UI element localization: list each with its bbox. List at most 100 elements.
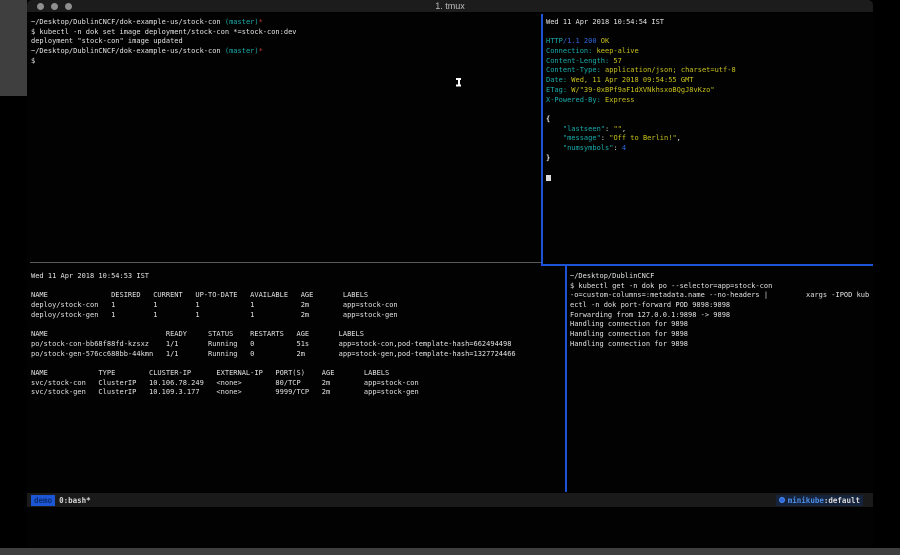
background-strip-bottom	[0, 548, 900, 555]
terminal-cursor	[546, 175, 551, 181]
terminal-text: Wed 11 Apr 2018 10:54:53 IST	[31, 272, 149, 280]
terminal-text: Handling connection for 9898	[570, 340, 688, 348]
terminal-text: :	[613, 144, 621, 152]
background-strip-left	[0, 0, 27, 96]
terminal-text: ~/Desktop/DublinCNCF/dok-example-us/stoc…	[31, 18, 225, 26]
zoom-button[interactable]	[65, 3, 72, 10]
terminal-text: svc/stock-con ClusterIP 10.106.78.249 <n…	[31, 379, 419, 387]
terminal-text: deployment "stock-con" image updated	[31, 37, 183, 45]
window-tab-bash[interactable]: 0:bash*	[59, 496, 91, 505]
terminal-line: Handling connection for 9898	[570, 340, 873, 350]
terminal-line	[31, 282, 561, 292]
traffic-lights	[37, 3, 72, 10]
terminal-text: ,	[622, 125, 626, 133]
terminal-text: "message"	[563, 134, 601, 142]
terminal-line: ~/Desktop/DublinCNCF/dok-example-us/stoc…	[31, 18, 536, 28]
terminal-text: "Off to Berlin!"	[609, 134, 676, 142]
terminal-text: {	[546, 115, 550, 123]
terminal-text: ectl -n dok port-forward POD 9898:9898	[570, 301, 730, 309]
pane-divider-vertical-bottom[interactable]	[565, 265, 567, 492]
terminal-text: Express	[601, 96, 635, 104]
window-titlebar[interactable]: 1. tmux	[27, 0, 873, 13]
pane-bottom-right-port-forward[interactable]: ~/Desktop/DublinCNCF$ kubectl get -n dok…	[570, 272, 873, 487]
terminal-text: ~/Desktop/DublinCNCF/dok-example-us/stoc…	[31, 47, 225, 55]
terminal-text: svc/stock-gen ClusterIP 10.109.3.177 <no…	[31, 388, 419, 396]
terminal-line: po/stock-gen-576cc688bb-44kmn 1/1 Runnin…	[31, 350, 561, 360]
terminal-line: "lastseen": "",	[546, 125, 873, 135]
terminal-text: Handling connection for 9898	[570, 320, 688, 328]
terminal-text: Wed 11 Apr 2018 10:54:54 IST	[546, 18, 664, 26]
terminal-text: Forwarding from 127.0.0.1:9898 -> 9898	[570, 311, 730, 319]
terminal-text: 57	[609, 57, 622, 65]
kube-context: minikube	[788, 496, 824, 505]
terminal-line: NAME READY STATUS RESTARTS AGE LABELS	[31, 330, 561, 340]
terminal-line: Content-Type: application/json; charset=…	[546, 66, 873, 76]
terminal-line: Content-Length: 57	[546, 57, 873, 67]
terminal-text: ""	[613, 125, 621, 133]
terminal-text: Date:	[546, 76, 567, 84]
terminal-text: *	[259, 47, 263, 55]
terminal-text: "numsymbols"	[563, 144, 614, 152]
terminal-text: *	[259, 18, 263, 26]
terminal-text	[546, 144, 563, 152]
terminal-text: NAME TYPE CLUSTER-IP EXTERNAL-IP PORT(S)…	[31, 369, 389, 377]
pane-top-right-http-response[interactable]: Wed 11 Apr 2018 10:54:54 IST HTTP/1.1 200…	[546, 18, 873, 258]
tmux-content: ~/Desktop/DublinCNCF/dok-example-us/stoc…	[27, 14, 873, 548]
desktop-background: 1. tmux ~/Desktop/DublinCNCF/dok-example…	[0, 0, 900, 555]
terminal-line: svc/stock-con ClusterIP 10.106.78.249 <n…	[31, 379, 561, 389]
tmux-status-bar: demo 0:bash* minikube :default	[27, 493, 873, 507]
terminal-line	[546, 173, 873, 183]
terminal-text: deploy/stock-gen 1 1 1 1 2m app=stock-ge…	[31, 311, 398, 319]
terminal-text: X-Powered-By:	[546, 96, 601, 104]
pane-bottom-left-kubectl-watch[interactable]: Wed 11 Apr 2018 10:54:53 IST NAME DESIRED…	[31, 272, 561, 487]
terminal-line: $ kubectl get -n dok po --selector=app=s…	[570, 282, 873, 292]
terminal-text: po/stock-gen-576cc688bb-44kmn 1/1 Runnin…	[31, 350, 516, 358]
terminal-text: Handling connection for 9898	[570, 330, 688, 338]
terminal-line: ectl -n dok port-forward POD 9898:9898	[570, 301, 873, 311]
terminal-line	[546, 28, 873, 38]
terminal-line: $ kubectl -n dok set image deployment/st…	[31, 28, 536, 38]
terminal-line: NAME TYPE CLUSTER-IP EXTERNAL-IP PORT(S)…	[31, 369, 561, 379]
terminal-text: NAME DESIRED CURRENT UP-TO-DATE AVAILABL…	[31, 291, 368, 299]
close-button[interactable]	[37, 3, 44, 10]
terminal-line: }	[546, 154, 873, 164]
terminal-line	[31, 359, 561, 369]
terminal-line: "numsymbols": 4	[546, 144, 873, 154]
terminal-line: Date: Wed, 11 Apr 2018 09:54:55 GMT	[546, 76, 873, 86]
terminal-line: Forwarding from 127.0.0.1:9898 -> 9898	[570, 311, 873, 321]
terminal-line: HTTP/1.1 200 OK	[546, 37, 873, 47]
terminal-line: deploy/stock-con 1 1 1 1 2m app=stock-co…	[31, 301, 561, 311]
terminal-line: deploy/stock-gen 1 1 1 1 2m app=stock-ge…	[31, 311, 561, 321]
terminal-line: Wed 11 Apr 2018 10:54:53 IST	[31, 272, 561, 282]
terminal-text: Connection:	[546, 47, 592, 55]
terminal-line: ~/Desktop/DublinCNCF/dok-example-us/stoc…	[31, 47, 536, 57]
terminal-text: OK	[597, 37, 610, 45]
pane-top-left-shell[interactable]: ~/Desktop/DublinCNCF/dok-example-us/stoc…	[31, 18, 536, 258]
terminal-line: Handling connection for 9898	[570, 330, 873, 340]
window-title: 1. tmux	[27, 0, 873, 13]
terminal-text: W/"39-0xBPf9aF1dXVNkhsxoBQgJ8vKzo"	[567, 86, 715, 94]
kubernetes-icon	[779, 497, 785, 503]
terminal-line: {	[546, 115, 873, 125]
terminal-line: Handling connection for 9898	[570, 320, 873, 330]
terminal-text	[546, 125, 563, 133]
terminal-text: "lastseen"	[563, 125, 605, 133]
terminal-line: deployment "stock-con" image updated	[31, 37, 536, 47]
terminal-text: /1.1 200	[563, 37, 597, 45]
pane-divider-horizontal-right[interactable]	[541, 264, 873, 266]
terminal-text: }	[546, 154, 550, 162]
pane-divider-horizontal-left[interactable]	[30, 262, 541, 263]
terminal-line	[546, 105, 873, 115]
terminal-line: ~/Desktop/DublinCNCF	[570, 272, 873, 282]
terminal-line: "message": "Off to Berlin!",	[546, 134, 873, 144]
session-name-badge[interactable]: demo	[31, 495, 55, 506]
terminal-line	[546, 163, 873, 173]
terminal-line: $	[31, 57, 536, 67]
terminal-text: HTTP	[546, 37, 563, 45]
mouse-ibeam-cursor	[456, 78, 461, 86]
pane-divider-vertical-top[interactable]	[541, 14, 543, 265]
terminal-text	[546, 134, 563, 142]
terminal-text: application/json; charset=utf-8	[601, 66, 736, 74]
kube-context-segment: minikube :default	[776, 495, 863, 506]
minimize-button[interactable]	[51, 3, 58, 10]
